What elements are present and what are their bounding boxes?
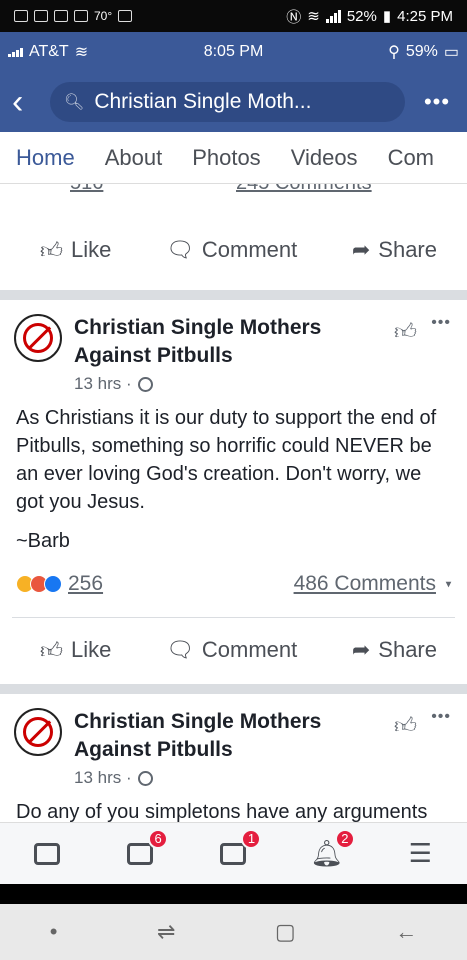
- thumbs-up-icon: 👍︎: [40, 237, 63, 263]
- comment-icon: 🗨︎: [165, 237, 194, 262]
- app-header: ‹ 🔍︎ Christian Single Moth... •••: [0, 72, 467, 132]
- clock: 4:25 PM: [397, 7, 453, 25]
- android-status-bar: 70° Ⓝ ≋ 52% ▮ 4:25 PM: [0, 0, 467, 32]
- mail-icon: [74, 10, 88, 22]
- battery-icon: ▮: [382, 8, 392, 25]
- nav-notifications[interactable]: 🔔︎ 2: [307, 828, 355, 871]
- assistant-dot-icon[interactable]: •: [50, 919, 58, 945]
- home-icon[interactable]: ▢: [275, 919, 296, 945]
- tab-photos[interactable]: Photos: [192, 145, 261, 171]
- ios-status-bar: AT&T ≋ 8:05 PM ⚲ 59% ▭: [0, 32, 467, 72]
- comment-button[interactable]: 🗨︎ Comment: [166, 637, 297, 663]
- post-text: Do any of you simpletons have any argume…: [16, 801, 428, 822]
- comment-count[interactable]: 245 Comments: [236, 184, 372, 195]
- post-menu-button[interactable]: •••: [431, 708, 451, 726]
- temperature: 70°: [94, 9, 113, 23]
- reaction-count[interactable]: 516: [70, 184, 103, 195]
- like-page-icon[interactable]: 👍︎: [394, 712, 417, 739]
- carrier-name: AT&T: [29, 43, 69, 60]
- share-icon: ➦: [351, 237, 371, 262]
- signal-icon: [8, 47, 23, 57]
- post-time[interactable]: 13 hrs ·: [74, 768, 132, 788]
- globe-icon: [137, 770, 153, 786]
- like-page-icon[interactable]: 👍︎: [394, 318, 417, 345]
- nav-watch[interactable]: 6: [120, 828, 169, 871]
- divider: [12, 617, 455, 618]
- like-button[interactable]: 👍︎ Like: [40, 637, 111, 664]
- nav-marketplace[interactable]: 1: [213, 828, 262, 871]
- share-button[interactable]: ➦ Share: [352, 637, 437, 663]
- marketplace-badge: 1: [241, 828, 262, 849]
- post-signature: ~Barb: [16, 530, 70, 552]
- back-icon[interactable]: ←: [395, 919, 417, 945]
- post-text: As Christians it is our duty to support …: [16, 407, 437, 513]
- system-navigation: • ⇌ ▢ ←: [0, 904, 467, 960]
- feed-separator: [0, 684, 467, 694]
- more-options-button[interactable]: •••: [419, 89, 455, 115]
- commenter-avatar-icon[interactable]: ▾: [446, 579, 451, 590]
- image-icon: [118, 10, 133, 22]
- tab-home[interactable]: Home: [16, 145, 75, 171]
- wifi-icon: ≋: [74, 44, 89, 61]
- tab-about[interactable]: About: [105, 145, 163, 171]
- video-icon: [127, 842, 154, 865]
- share-button[interactable]: ➦ Share: [352, 237, 437, 263]
- feed-separator: [0, 290, 467, 300]
- video-badge: 6: [148, 828, 169, 849]
- post-actions: 👍︎ Like 🗨︎ Comment ➦ Share: [0, 224, 467, 276]
- post-author[interactable]: Christian Single Mothers Against Pitbull…: [74, 314, 374, 370]
- marketplace-icon: [220, 842, 247, 865]
- page-avatar[interactable]: [14, 314, 62, 362]
- bottom-navigation: 6 1 🔔︎ 2 ☰: [0, 822, 467, 884]
- recents-icon[interactable]: ⇌: [157, 919, 175, 945]
- notifications-badge: 2: [334, 828, 355, 849]
- news-feed-icon: [33, 842, 60, 865]
- post-reactions: 256 486 Comments ▾: [0, 553, 467, 601]
- comment-icon: 🗨︎: [165, 637, 194, 662]
- search-icon: 🔍︎: [64, 94, 85, 111]
- search-bar[interactable]: 🔍︎ Christian Single Moth...: [50, 82, 405, 122]
- facebook-icon: [34, 10, 48, 22]
- globe-icon: [137, 376, 153, 392]
- back-arrow-icon[interactable]: ‹: [12, 85, 36, 119]
- like-reaction-icon: [44, 575, 62, 593]
- search-icon: ⚲: [388, 44, 400, 61]
- share-icon: ➦: [351, 637, 371, 662]
- messenger-icon: [14, 10, 28, 22]
- post-menu-button[interactable]: •••: [431, 314, 451, 332]
- screen-edge: [0, 884, 467, 904]
- post: Christian Single Mothers Against Pitbull…: [0, 300, 467, 676]
- page-avatar[interactable]: [14, 708, 62, 756]
- nav-menu[interactable]: ☰: [400, 837, 440, 871]
- tab-videos[interactable]: Videos: [291, 145, 358, 171]
- battery-percent: 59%: [405, 43, 438, 60]
- previous-post-stats: 516 245 Comments: [0, 184, 467, 202]
- menu-icon: ☰: [408, 838, 432, 868]
- signal-icon: [325, 9, 341, 23]
- comment-button[interactable]: 🗨︎ Comment: [166, 237, 297, 263]
- post-time[interactable]: 13 hrs ·: [74, 374, 132, 394]
- battery-icon: ▭: [443, 44, 459, 61]
- post-actions: 👍︎ Like 🗨︎ Comment ➦ Share: [0, 624, 467, 676]
- search-text: Christian Single Moth...: [94, 90, 312, 113]
- facebook-icon: [54, 10, 68, 22]
- post: Christian Single Mothers Against Pitbull…: [0, 694, 467, 822]
- nfc-icon: Ⓝ: [286, 8, 302, 26]
- nav-news-feed[interactable]: [27, 837, 67, 871]
- battery-percent: 52%: [346, 7, 377, 25]
- page-tabs: Home About Photos Videos Com: [0, 132, 467, 184]
- feed: 516 245 Comments 👍︎Like 🗨︎Comment ➦Share…: [0, 184, 467, 822]
- wifi-icon: ≋: [307, 8, 320, 25]
- tab-community[interactable]: Com: [388, 145, 434, 171]
- comment-count[interactable]: 486 Comments: [294, 572, 436, 596]
- post-author[interactable]: Christian Single Mothers Against Pitbull…: [74, 708, 374, 764]
- reaction-count[interactable]: 256: [68, 572, 103, 596]
- thumbs-up-icon: 👍︎: [40, 637, 63, 663]
- like-button[interactable]: 👍︎ Like: [40, 237, 111, 264]
